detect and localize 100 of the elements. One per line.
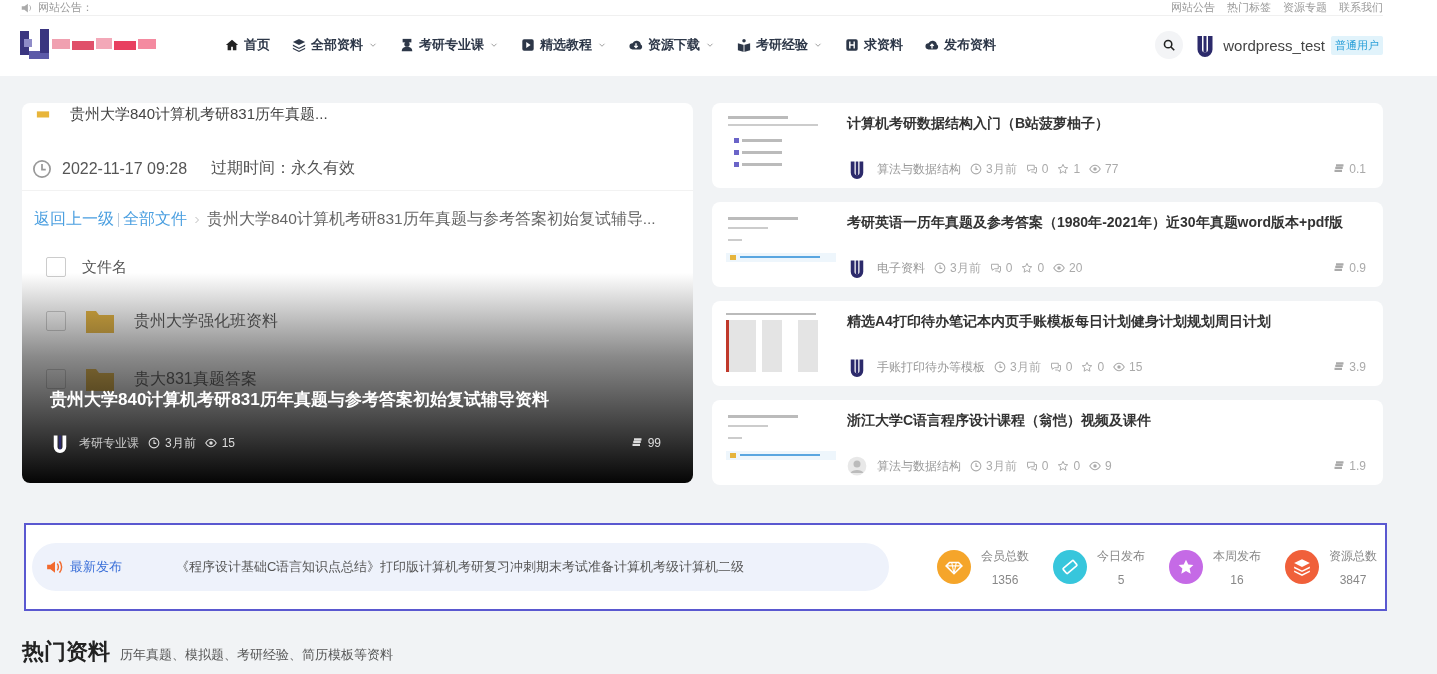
stat-label: 本周发布 xyxy=(1213,547,1261,565)
coins-icon xyxy=(1333,262,1346,274)
view-count: 15 xyxy=(1129,360,1143,374)
stat-label: 今日发布 xyxy=(1097,547,1145,565)
post-time: 3月前 xyxy=(1010,358,1041,376)
comment-icon xyxy=(989,262,1002,274)
checkbox[interactable] xyxy=(46,257,66,277)
star-icon xyxy=(1057,163,1070,175)
nav-link[interactable]: 求资料 xyxy=(845,36,903,54)
file-name: 贵大831真题答案 xyxy=(134,368,257,389)
clock-icon xyxy=(148,437,160,449)
comment-count: 0 xyxy=(1041,459,1049,473)
expiry-text: 过期时间：永久有效 xyxy=(211,158,356,178)
view-count: 20 xyxy=(1069,261,1083,275)
post-time: 3月前 xyxy=(986,160,1017,178)
clock-icon xyxy=(32,158,52,179)
checkbox[interactable] xyxy=(46,369,66,389)
favorite-count: 1 xyxy=(1073,162,1081,176)
clock-icon xyxy=(994,361,1006,373)
price-text: 3.9 xyxy=(1349,360,1366,374)
layers-icon xyxy=(292,38,306,52)
stat-label: 资源总数 xyxy=(1329,547,1377,565)
price-text: 0.1 xyxy=(1349,162,1366,176)
search-icon[interactable] xyxy=(1155,31,1184,59)
nav-link[interactable]: 发布资料 xyxy=(925,36,996,54)
price-text: 0.9 xyxy=(1349,261,1366,275)
document-date: 2022-11-17 09:28 xyxy=(62,159,188,178)
post-title[interactable]: 考研英语一历年真题及参考答案（1980年-2021年）近30年真题word版本+pdf版 xyxy=(847,214,1371,232)
post-time: 3月前 xyxy=(165,434,196,452)
file-name: 贵州大学强化班资料 xyxy=(134,310,278,331)
download-count: 99 xyxy=(647,436,661,450)
user-name[interactable]: wordpress_test xyxy=(1223,36,1325,54)
clock-icon xyxy=(934,262,946,274)
coins-icon xyxy=(1333,460,1346,472)
stat-value: 1356 xyxy=(991,572,1019,587)
comment-icon xyxy=(1025,163,1038,175)
nav-link[interactable]: 首页 xyxy=(225,36,270,54)
stat-label: 会员总数 xyxy=(981,547,1029,565)
eye-icon xyxy=(1089,460,1102,472)
price-text: 1.9 xyxy=(1349,459,1366,473)
comment-icon xyxy=(1049,361,1062,373)
post-card[interactable]: 计算机考研数据结构入门（B站菠萝柚子） 算法与数据结构 3月前 0 1 77 0.1 xyxy=(712,103,1383,188)
home-icon xyxy=(225,38,239,52)
coins-icon xyxy=(630,437,643,449)
user-badge: 普通用户 xyxy=(1331,35,1383,55)
cloud-download-icon xyxy=(629,38,643,52)
star-icon xyxy=(1021,262,1034,274)
avatar-icon xyxy=(847,456,867,476)
comment-count: 0 xyxy=(1065,360,1073,374)
nav-link[interactable]: 考研专业课 xyxy=(400,36,499,54)
document-title: 贵州大学840计算机考研831历年真题... xyxy=(70,104,328,124)
checkbox[interactable] xyxy=(46,311,66,331)
nav-link[interactable]: 全部资料 xyxy=(292,36,378,54)
stat-value: 5 xyxy=(1117,572,1125,587)
favorite-count: 0 xyxy=(1037,261,1045,275)
folder-path: 贵州大学840计算机考研831历年真题与参考答案初始复试辅导... xyxy=(207,209,656,229)
eye-icon xyxy=(1053,262,1066,274)
post-card[interactable]: 精选A4打印待办笔记本内页手账模板每日计划健身计划规划周日计划 手账打印待办等模板 3月前 0 0 15 3.9 xyxy=(712,301,1383,386)
speaker-icon xyxy=(46,558,64,576)
featured-card[interactable]: 贵州大学840计算机考研831历年真题... 2022-11-17 09:28 过期时间：永久有效 返回上一级 全部文件 贵州大学840计算机考研831历年真题与参考答案初始复试辅导... 文件名 贵州大学强化班资料 贵大831真题答案 贵州大学840计算机考研831历年真题与参考答案初始复试辅导资料 考研专业课 3月前 15 99 xyxy=(22,103,693,483)
post-title[interactable]: 浙江大学C语言程序设计课程（翁恺）视频及课件 xyxy=(847,412,1371,430)
section-title: 热门资料 xyxy=(22,638,110,666)
favorite-count: 0 xyxy=(1073,459,1081,473)
nav-link[interactable]: 资源下载 xyxy=(629,36,715,54)
nav-link[interactable]: 考研经验 xyxy=(737,36,823,54)
star-icon xyxy=(1081,361,1094,373)
post-title[interactable]: 精选A4打印待办笔记本内页手账模板每日计划健身计划规划周日计划 xyxy=(847,313,1371,331)
post-card[interactable]: 考研英语一历年真题及参考答案（1980年-2021年）近30年真题word版本+pdf版 电子资料 3月前 0 0 20 0.9 xyxy=(712,202,1383,287)
favorite-count: 0 xyxy=(1097,360,1105,374)
comment-icon xyxy=(1025,460,1038,472)
post-card[interactable]: 浙江大学C语言程序设计课程（翁恺）视频及课件 算法与数据结构 3月前 0 0 9 1.9 xyxy=(712,400,1383,485)
post-title[interactable]: 计算机考研数据结构入门（B站菠萝柚子） xyxy=(847,115,1371,133)
coins-icon xyxy=(1333,163,1346,175)
letter-box-icon xyxy=(845,38,859,52)
nav-link[interactable]: 精选教程 xyxy=(521,36,607,54)
ticker-label: 最新发布 xyxy=(70,558,123,576)
reader-icon xyxy=(737,38,751,52)
section-subtitle: 历年真题、模拟题、考研经验、简历模板等资料 xyxy=(120,646,393,664)
news-link[interactable]: 《程序设计基础C语言知识点总结》打印版计算机考研复习冲刺期末考试准备计算机考级计算机二级 xyxy=(176,558,745,576)
notice-label: 网站公告： xyxy=(38,0,93,15)
comment-count: 0 xyxy=(1005,261,1013,275)
clock-icon xyxy=(970,163,982,175)
teacher-icon xyxy=(400,38,414,52)
view-count: 9 xyxy=(1105,459,1112,473)
eye-icon xyxy=(1089,163,1102,175)
stat-value: 3847 xyxy=(1339,572,1367,587)
card-title[interactable]: 贵州大学840计算机考研831历年真题与参考答案初始复试辅导资料 xyxy=(50,388,665,411)
post-time: 3月前 xyxy=(986,457,1017,475)
view-count: 77 xyxy=(1105,162,1119,176)
post-time: 3月前 xyxy=(950,259,981,277)
column-header: 文件名 xyxy=(82,257,127,277)
coins-icon xyxy=(1333,361,1346,373)
cloud-upload-icon xyxy=(925,38,939,52)
clock-icon xyxy=(970,460,982,472)
category-label[interactable]: 考研专业课 xyxy=(79,434,139,452)
eye-icon xyxy=(204,437,217,449)
comment-count: 0 xyxy=(1041,162,1049,176)
star-icon xyxy=(1057,460,1070,472)
view-count: 15 xyxy=(221,436,236,450)
play-icon xyxy=(521,38,535,52)
